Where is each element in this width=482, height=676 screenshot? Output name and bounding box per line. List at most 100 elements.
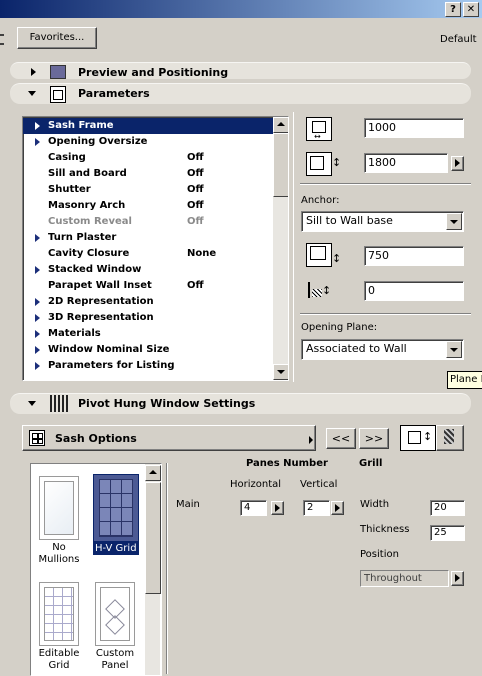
parameter-row[interactable]: Opening Oversize (23, 134, 273, 150)
grill-position-select[interactable]: Throughout (360, 570, 449, 587)
close-button[interactable]: ✕ (463, 2, 479, 17)
view-mode-a-button[interactable]: ↕ (400, 425, 436, 451)
parameter-row[interactable]: Masonry Arch Off (23, 198, 273, 214)
vertical-panes-input[interactable]: 2 (303, 500, 330, 516)
parameter-label: Sill and Board (48, 168, 127, 179)
parameters-icon (50, 86, 66, 103)
opening-plane-select[interactable]: Associated to Wall (301, 339, 464, 360)
height-lock-button[interactable] (451, 156, 464, 171)
parameter-row[interactable]: Parapet Wall Inset Off (23, 278, 273, 294)
parameters-list[interactable]: Sash Frame Opening Oversize Casing Off Sill … (22, 116, 289, 381)
thumbnail-label-hv-grid: H-V Grid (93, 542, 139, 555)
view-mode-b-button[interactable] (436, 425, 464, 451)
parameter-row[interactable]: Window Nominal Size (23, 342, 273, 358)
next-panel-button[interactable]: >> (359, 428, 389, 449)
parameter-row[interactable]: Turn Plaster (23, 230, 273, 246)
opening-plane-label: Opening Plane: (301, 322, 378, 333)
gallery-scrollbar[interactable] (145, 464, 161, 675)
right-arrow-icon (335, 504, 340, 512)
scroll-up-button[interactable] (273, 117, 288, 133)
parameter-row[interactable]: Stacked Window (23, 262, 273, 278)
down-arrow-icon (277, 370, 285, 374)
horizontal-panes-arrow-button[interactable] (271, 501, 284, 515)
parameter-label: Custom Reveal (48, 216, 132, 227)
preview-section-header[interactable]: Preview and Positioning (10, 62, 471, 79)
parameter-label: Sash Frame (48, 120, 114, 131)
thumbnail-no-mullions[interactable] (39, 476, 79, 540)
opening-plane-dropdown-button[interactable] (446, 341, 462, 358)
sash-options-icon (29, 430, 45, 446)
vertical-panes-arrow-button[interactable] (331, 501, 344, 515)
parameter-label: Turn Plaster (48, 232, 117, 243)
parameter-label: Masonry Arch (48, 200, 126, 211)
favorites-button[interactable]: Favorites... (17, 27, 97, 49)
sill-height-input[interactable]: 750 (364, 246, 464, 266)
help-button[interactable]: ? (445, 2, 461, 17)
preview-icon (50, 65, 66, 79)
previous-panel-button[interactable]: << (326, 428, 356, 449)
expand-arrow-icon[interactable] (35, 298, 40, 306)
parameter-label: Parameters for Listing (48, 360, 175, 371)
expand-arrow-icon[interactable] (35, 330, 40, 338)
parameter-row[interactable]: Sash Frame (23, 118, 273, 134)
grill-thickness-input[interactable]: 25 (430, 525, 465, 541)
chevron-down-icon (450, 220, 458, 224)
expand-arrow-icon[interactable] (35, 122, 40, 130)
grill-width-input[interactable]: 20 (430, 500, 465, 516)
thumbnail-editable-grid[interactable] (39, 582, 79, 646)
parameters-section-header[interactable]: Parameters (10, 83, 471, 104)
vertical-separator (166, 463, 168, 674)
main-label: Main (176, 499, 200, 510)
pivot-section-header[interactable]: Pivot Hung Window Settings (10, 393, 471, 414)
parameter-row[interactable]: 3D Representation (23, 310, 273, 326)
sash-options-panel-selector[interactable]: Sash Options (22, 425, 316, 451)
preview-section-label: Preview and Positioning (78, 66, 229, 79)
sash-style-gallery[interactable]: No Mullions H-V Grid Editable Grid Custo… (30, 463, 162, 676)
parameter-row[interactable]: Cavity Closure None (23, 246, 273, 262)
parameter-label: Casing (48, 152, 86, 163)
title-bar (0, 0, 482, 18)
scroll-thumb[interactable] (273, 133, 288, 197)
anchor-select-value: Sill to Wall base (306, 214, 393, 227)
resize-arrow-icon: ↕ (423, 430, 433, 443)
parameter-row[interactable]: 2D Representation (23, 294, 273, 310)
thumbnail-custom-panel[interactable] (95, 582, 135, 646)
vertical-separator (293, 112, 294, 382)
grill-position-arrow-button[interactable] (451, 571, 464, 586)
collapse-arrow-icon (28, 91, 36, 96)
anchor-select[interactable]: Sill to Wall base (301, 211, 464, 232)
plan-view-icon (408, 431, 421, 444)
gallery-scroll-up-button[interactable] (145, 465, 161, 481)
grill-thickness-label: Thickness (360, 524, 410, 535)
expand-arrow-icon[interactable] (35, 346, 40, 354)
grill-position-label: Position (360, 549, 399, 560)
thumbnail-hv-grid[interactable] (93, 474, 139, 542)
parameter-row[interactable]: Materials (23, 326, 273, 342)
parameter-row[interactable]: Shutter Off (23, 182, 273, 198)
width-input[interactable]: 1000 (364, 118, 464, 138)
parameter-row[interactable]: Sill and Board Off (23, 166, 273, 182)
parameter-value: Off (187, 184, 204, 195)
anchor-dropdown-button[interactable] (446, 213, 462, 230)
expand-arrow-icon[interactable] (35, 138, 40, 146)
parameters-section-label: Parameters (78, 87, 150, 100)
gallery-scroll-thumb[interactable] (145, 482, 161, 594)
expand-arrow-icon[interactable] (35, 234, 40, 242)
expand-arrow-icon[interactable] (35, 266, 40, 274)
pivot-settings-icon (50, 395, 68, 412)
vertical-label: Vertical (300, 479, 338, 490)
parameter-row[interactable]: Parameters for Listing (23, 358, 273, 374)
height-input[interactable]: 1800 (364, 153, 448, 173)
panes-number-title: Panes Number (246, 458, 328, 469)
list-scrollbar[interactable] (273, 117, 288, 380)
horizontal-panes-input[interactable]: 4 (240, 500, 267, 516)
sill-height-icon (306, 243, 332, 267)
right-arrow-icon (275, 504, 280, 512)
parameter-value: Off (187, 200, 204, 211)
parameter-row[interactable]: Casing Off (23, 150, 273, 166)
offset-input[interactable]: 0 (364, 281, 464, 301)
scroll-down-button[interactable] (273, 364, 288, 380)
parameter-row[interactable]: Custom Reveal Off (23, 214, 273, 230)
expand-arrow-icon[interactable] (35, 314, 40, 322)
expand-arrow-icon[interactable] (35, 362, 40, 370)
